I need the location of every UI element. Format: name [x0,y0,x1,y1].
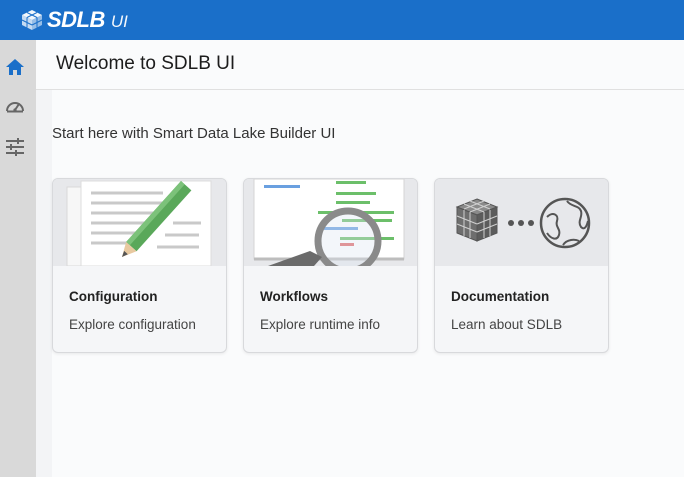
configuration-illustration [53,179,226,266]
card-configuration[interactable]: Configuration Explore configuration [52,178,227,353]
sliders-icon[interactable] [4,136,26,158]
documentation-illustration [435,179,608,266]
sidebar [0,40,36,477]
card-workflows[interactable]: Workflows Explore runtime info [243,178,418,353]
content-gutter [36,90,52,477]
dashboard-gauge-icon[interactable] [4,96,26,118]
card-description: Learn about SDLB [451,317,563,332]
card-documentation[interactable]: Documentation Learn about SDLB [434,178,609,353]
page-header: Welcome to SDLB UI [36,40,684,90]
card-description: Explore configuration [69,317,196,332]
logo-cube-icon [21,10,43,30]
intro-text: Start here with Smart Data Lake Builder … [52,125,336,142]
main-content: Welcome to SDLB UI Start here with Smart… [36,40,684,477]
card-description: Explore runtime info [260,317,381,332]
app-name-suffix: UI [110,11,128,31]
page-title: Welcome to SDLB UI [56,53,236,74]
card-title: Configuration [69,289,158,304]
home-icon[interactable] [4,56,26,78]
card-title: Workflows [260,289,329,304]
card-title: Documentation [451,289,550,304]
app-header: SDLB UI [0,0,684,40]
workflows-illustration [244,179,417,266]
app-name: SDLB [47,7,105,32]
app-logo[interactable]: SDLB UI [20,7,128,33]
